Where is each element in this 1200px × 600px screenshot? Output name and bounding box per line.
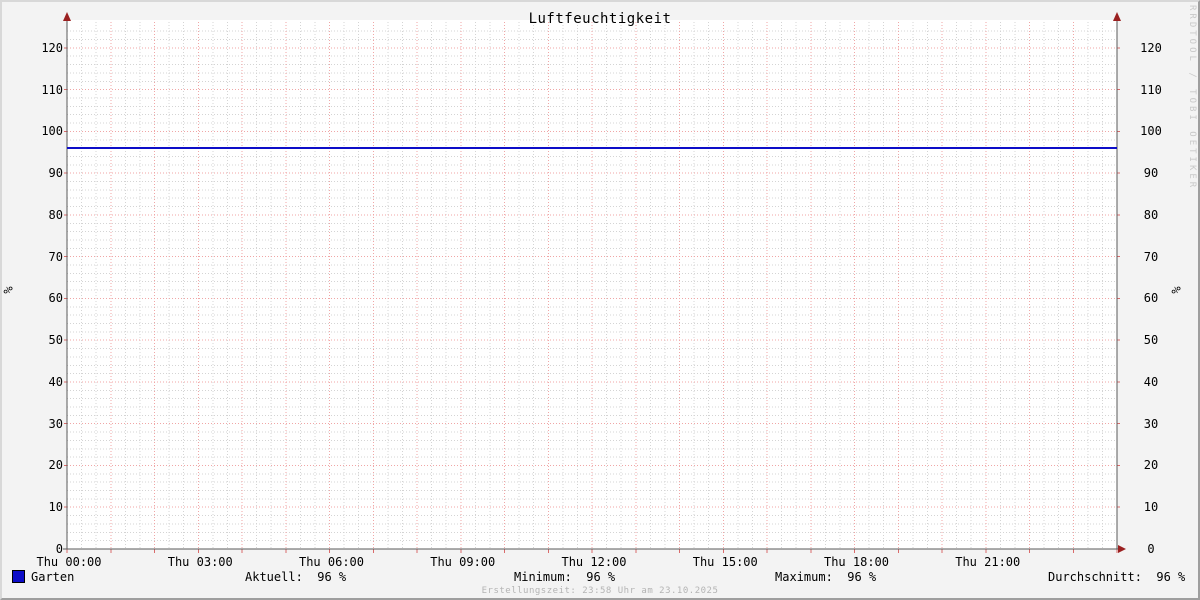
y-tick-label-right: 80	[1129, 208, 1173, 222]
y-tick-label-left: 90	[19, 166, 63, 180]
x-tick-label: Thu 03:00	[155, 555, 245, 569]
x-tick-label: Thu 09:00	[418, 555, 508, 569]
x-axis-arrow	[1118, 545, 1126, 553]
x-tick-label: Thu 18:00	[812, 555, 902, 569]
rrdtool-watermark: RRDTOOL / TOBI OETIKER	[1187, 5, 1197, 190]
y-tick-label-left: 100	[19, 124, 63, 138]
y-tick-label-left: 10	[19, 500, 63, 514]
y-tick-label-left: 110	[19, 83, 63, 97]
y-tick-label-left: 80	[19, 208, 63, 222]
y-tick-label-right: 30	[1129, 417, 1173, 431]
y-tick-label-right: 20	[1129, 458, 1173, 472]
y-tick-label-right: 110	[1129, 83, 1173, 97]
y-tick-label-left: 60	[19, 291, 63, 305]
y-tick-label-right: 120	[1129, 41, 1173, 55]
y-tick-label-right: 50	[1129, 333, 1173, 347]
y-tick-label-left: 20	[19, 458, 63, 472]
y-tick-label-left: 40	[19, 375, 63, 389]
y-tick-label-left: 120	[19, 41, 63, 55]
creation-time-label: Erstellungszeit: 23:58 Uhr am 23.10.2025	[2, 586, 1198, 596]
y-tick-label-left: 70	[19, 250, 63, 264]
x-tick-label: Thu 15:00	[680, 555, 770, 569]
y-tick-label-left: 50	[19, 333, 63, 347]
y-tick-label-right: 10	[1129, 500, 1173, 514]
y-axis-unit-left: %	[2, 286, 16, 293]
y-tick-label-left: 0	[19, 542, 63, 556]
y-tick-label-right: 90	[1129, 166, 1173, 180]
y-tick-label-left: 30	[19, 417, 63, 431]
x-tick-label: Thu 00:00	[24, 555, 114, 569]
chart-title: Luftfeuchtigkeit	[2, 11, 1198, 27]
y-tick-label-right: 70	[1129, 250, 1173, 264]
y-tick-label-right: 0	[1129, 542, 1173, 556]
y-tick-label-right: 60	[1129, 291, 1173, 305]
y-tick-label-right: 40	[1129, 375, 1173, 389]
chart-plot-area	[0, 0, 1200, 600]
x-tick-label: Thu 21:00	[943, 555, 1033, 569]
y-tick-label-right: 100	[1129, 124, 1173, 138]
rrdtool-graph-image: Luftfeuchtigkeit RRDTOOL / TOBI OETIKER …	[0, 0, 1200, 600]
x-tick-label: Thu 06:00	[287, 555, 377, 569]
x-tick-label: Thu 12:00	[549, 555, 639, 569]
